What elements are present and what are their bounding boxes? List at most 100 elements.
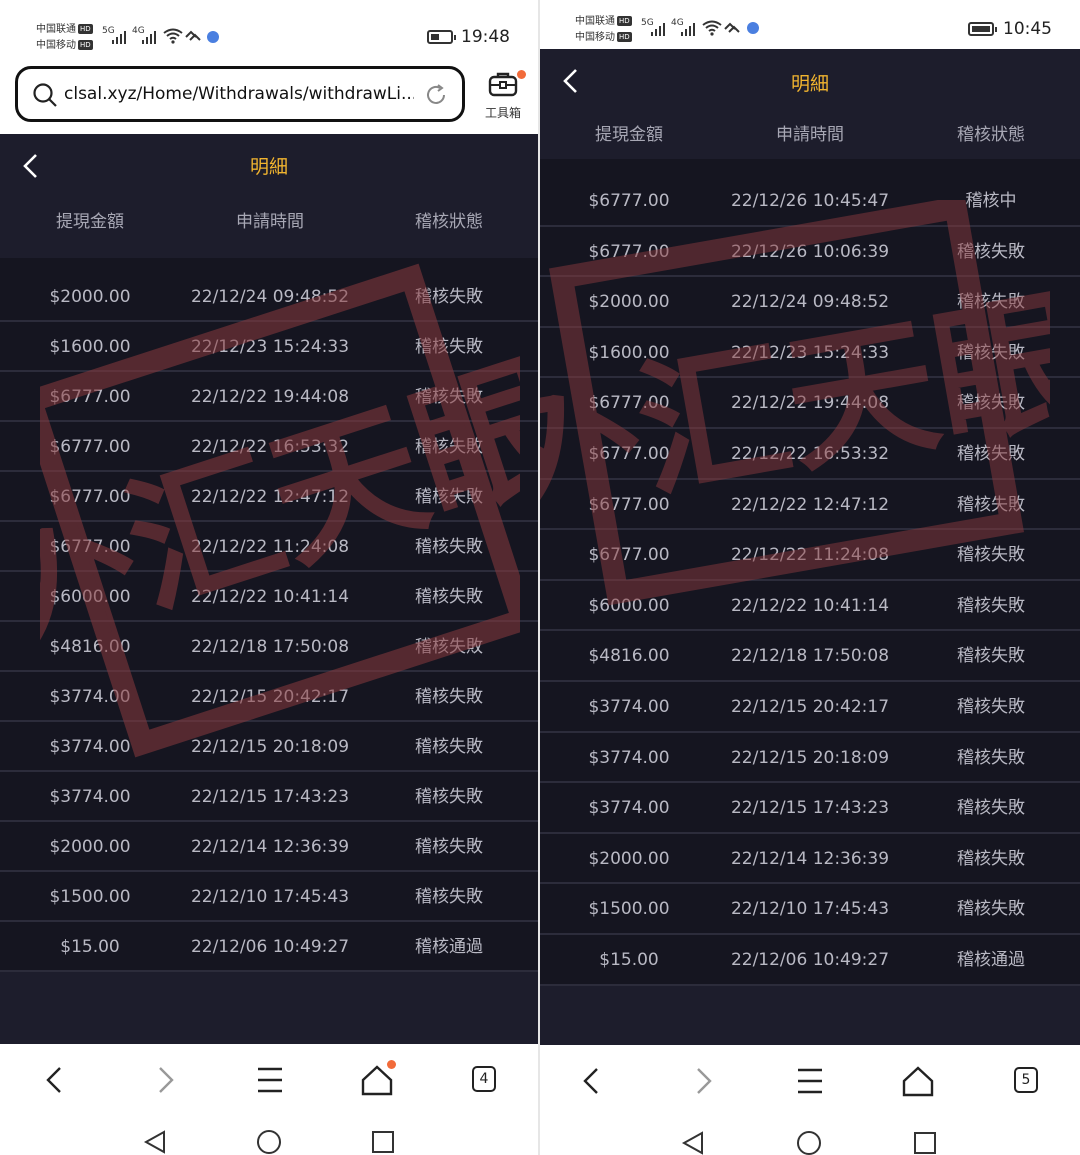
request-time: 22/12/18 17:50:08	[730, 646, 890, 667]
withdrawal-amount: $6777.00	[49, 487, 131, 507]
system-back-icon[interactable]	[678, 1129, 708, 1155]
signal-icon	[142, 30, 156, 44]
withdrawal-list: $2000.00 22/12/24 09:48:52 稽核失敗 $1600.00 22/…	[0, 258, 538, 972]
table-row[interactable]: $6777.00 22/12/22 11:24:08 稽核失敗	[0, 522, 538, 572]
withdrawal-list: $6777.00 22/12/26 10:45:47 稽核中 $6777.00 22/1…	[540, 159, 1080, 986]
audit-status: 稽核失敗	[957, 646, 1025, 667]
table-row[interactable]: $4816.00 22/12/18 17:50:08 稽核失敗	[0, 622, 538, 672]
audit-status: 稽核失敗	[415, 787, 483, 807]
audit-status: 稽核失敗	[415, 537, 483, 557]
table-row[interactable]: $6000.00 22/12/22 10:41:14 稽核失敗	[540, 581, 1080, 632]
request-time: 22/12/15 20:42:17	[730, 696, 890, 717]
table-row[interactable]: $2000.00 22/12/14 12:36:39 稽核失敗	[0, 822, 538, 872]
request-time: 22/12/10 17:45:43	[730, 899, 890, 920]
column-header-time: 申請時間	[236, 212, 304, 232]
audit-status: 稽核失敗	[957, 798, 1025, 819]
table-row[interactable]: $6777.00 22/12/22 16:53:32 稽核失敗	[0, 422, 538, 472]
table-row[interactable]: $3774.00 22/12/15 17:43:23 稽核失敗	[540, 783, 1080, 834]
table-row[interactable]: $3774.00 22/12/15 20:42:17 稽核失敗	[0, 672, 538, 722]
menu-icon[interactable]	[788, 1063, 832, 1099]
table-row[interactable]: $6777.00 22/12/22 12:47:12 稽核失敗	[540, 480, 1080, 531]
vpn-icon	[724, 22, 740, 33]
request-time: 22/12/22 11:24:08	[730, 545, 890, 566]
back-nav-icon[interactable]	[571, 1063, 615, 1099]
forward-nav-icon[interactable]	[142, 1062, 186, 1098]
page-header: 明細	[0, 134, 538, 196]
table-row[interactable]: $3774.00 22/12/15 20:18:09 稽核失敗	[0, 722, 538, 772]
request-time: 22/12/15 17:43:23	[730, 798, 890, 819]
notification-dot	[387, 1060, 396, 1069]
audit-status: 稽核失敗	[957, 241, 1025, 262]
audit-status: 稽核失敗	[957, 342, 1025, 363]
table-row[interactable]: $2000.00 22/12/24 09:48:52 稽核失敗	[0, 272, 538, 322]
table-row[interactable]: $6777.00 22/12/26 10:06:39 稽核失敗	[540, 227, 1080, 278]
table-row[interactable]: $1500.00 22/12/10 17:45:43 稽核失敗	[0, 872, 538, 922]
table-row[interactable]: $1600.00 22/12/23 15:24:33 稽核失敗	[0, 322, 538, 372]
system-recents-icon[interactable]	[910, 1129, 940, 1155]
withdrawal-amount: $4816.00	[49, 637, 131, 657]
request-time: 22/12/06 10:49:27	[190, 937, 350, 957]
table-row[interactable]: $6777.00 22/12/22 12:47:12 稽核失敗	[0, 472, 538, 522]
request-time: 22/12/24 09:48:52	[730, 292, 890, 313]
table-row[interactable]: $15.00 22/12/06 10:49:27 稽核通過	[0, 922, 538, 972]
withdrawal-amount: $6777.00	[49, 437, 131, 457]
withdrawal-amount: $15.00	[599, 949, 659, 970]
tabs-button[interactable]: 5	[1004, 1063, 1048, 1099]
table-row[interactable]: $6777.00 22/12/22 16:53:32 稽核失敗	[540, 429, 1080, 480]
withdrawal-amount: $2000.00	[49, 287, 131, 307]
request-time: 22/12/22 11:24:08	[190, 537, 350, 557]
table-row[interactable]: $2000.00 22/12/24 09:48:52 稽核失敗	[540, 277, 1080, 328]
status-time: 10:45	[1003, 19, 1052, 39]
audit-status: 稽核失敗	[957, 443, 1025, 464]
table-row[interactable]: $6777.00 22/12/22 11:24:08 稽核失敗	[540, 530, 1080, 581]
audit-status: 稽核失敗	[415, 487, 483, 507]
table-row[interactable]: $6777.00 22/12/26 10:45:47 稽核中	[540, 176, 1080, 227]
app-status-icon	[747, 22, 759, 34]
request-time: 22/12/15 20:42:17	[190, 687, 350, 707]
table-row[interactable]: $3774.00 22/12/15 17:43:23 稽核失敗	[0, 772, 538, 822]
table-row[interactable]: $3774.00 22/12/15 20:42:17 稽核失敗	[540, 682, 1080, 733]
signal-icon	[681, 22, 695, 36]
column-header-status: 稽核狀態	[957, 125, 1025, 145]
audit-status: 稽核失敗	[415, 287, 483, 307]
table-row[interactable]: $6777.00 22/12/22 19:44:08 稽核失敗	[540, 378, 1080, 429]
system-back-icon[interactable]	[140, 1128, 170, 1155]
withdrawal-amount: $1500.00	[588, 899, 670, 920]
menu-icon[interactable]	[248, 1062, 292, 1098]
status-bar: 中国联通 HD 中国移动 HD 5G 4G 10:45	[540, 0, 1080, 49]
withdrawal-amount: $6000.00	[49, 587, 131, 607]
system-recents-icon[interactable]	[368, 1128, 398, 1155]
audit-status: 稽核失敗	[957, 494, 1025, 515]
table-row[interactable]: $15.00 22/12/06 10:49:27 稽核通過	[540, 935, 1080, 986]
column-header-amount: 提現金額	[56, 212, 124, 232]
table-row[interactable]: $3774.00 22/12/15 20:18:09 稽核失敗	[540, 733, 1080, 784]
table-row[interactable]: $2000.00 22/12/14 12:36:39 稽核失敗	[540, 834, 1080, 885]
request-time: 22/12/26 10:06:39	[730, 241, 890, 262]
request-time: 22/12/14 12:36:39	[730, 848, 890, 869]
url-input[interactable]: clsal.xyz/Home/Withdrawals/withdrawLi...	[15, 66, 465, 122]
forward-nav-icon[interactable]	[680, 1063, 724, 1099]
toolbox-button[interactable]: 工具箱	[480, 70, 526, 121]
table-row[interactable]: $1500.00 22/12/10 17:45:43 稽核失敗	[540, 884, 1080, 935]
system-home-icon[interactable]	[254, 1128, 284, 1155]
table-row[interactable]: $6000.00 22/12/22 10:41:14 稽核失敗	[0, 572, 538, 622]
tabs-count: 5	[1014, 1067, 1038, 1093]
withdrawal-amount: $6777.00	[588, 494, 670, 515]
withdrawal-amount: $6777.00	[588, 443, 670, 464]
toolbox-icon	[488, 72, 518, 97]
request-time: 22/12/22 10:41:14	[190, 587, 350, 607]
withdrawal-amount: $6777.00	[588, 393, 670, 414]
wifi-icon	[702, 20, 722, 36]
toolbox-label: 工具箱	[484, 106, 521, 120]
table-row[interactable]: $4816.00 22/12/18 17:50:08 稽核失敗	[540, 631, 1080, 682]
table-row[interactable]: $6777.00 22/12/22 19:44:08 稽核失敗	[0, 372, 538, 422]
back-nav-icon[interactable]	[34, 1062, 78, 1098]
tabs-button[interactable]: 4	[462, 1062, 506, 1098]
home-icon[interactable]	[896, 1063, 940, 1099]
system-home-icon[interactable]	[794, 1129, 824, 1155]
table-row[interactable]: $1600.00 22/12/23 15:24:33 稽核失敗	[540, 328, 1080, 379]
audit-status: 稽核失敗	[415, 837, 483, 857]
notification-dot	[517, 70, 526, 79]
reload-icon[interactable]	[424, 83, 448, 107]
request-time: 22/12/15 17:43:23	[190, 787, 350, 807]
